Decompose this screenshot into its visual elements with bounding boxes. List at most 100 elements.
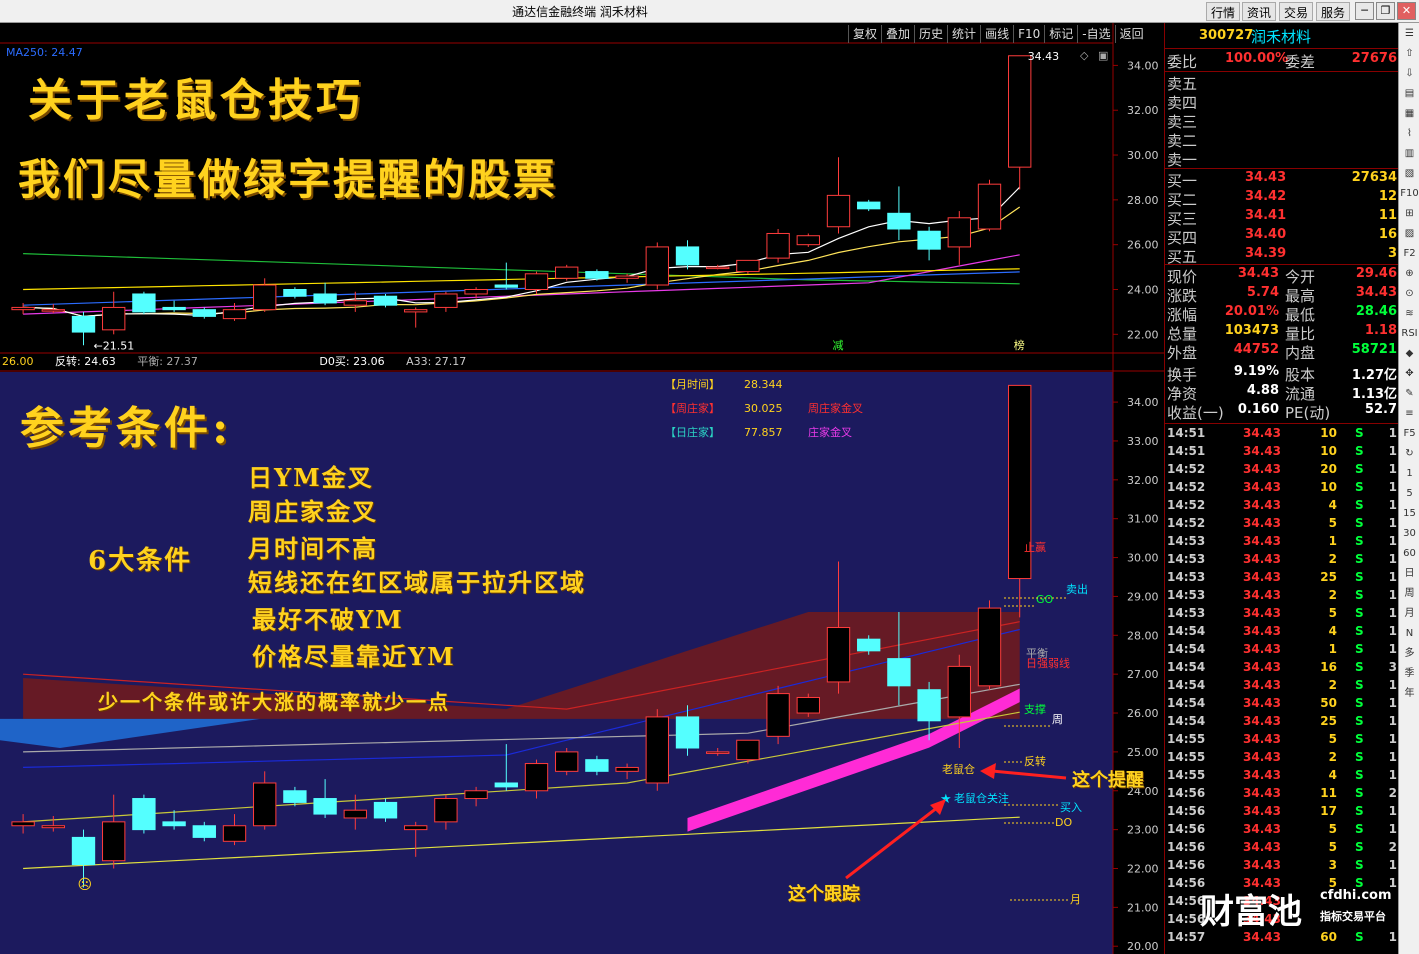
ask-label: 卖三 — [1167, 113, 1198, 131]
conditions-title: 参考条件: — [20, 403, 233, 454]
tick-count: 1 — [1388, 426, 1397, 440]
info-value: 30.025 — [744, 402, 783, 415]
right-tool-button[interactable]: 月 — [1400, 605, 1419, 623]
stat-label: 涨跌 — [1167, 287, 1198, 305]
right-tool-button[interactable]: ▧ — [1400, 165, 1419, 183]
nav-trade[interactable]: 交易 — [1279, 2, 1314, 21]
candle-body — [283, 790, 307, 803]
stat-label: PE(动) — [1285, 404, 1331, 422]
diamond-icon: ◇ — [1080, 49, 1089, 62]
right-tool-button[interactable]: ▥ — [1400, 145, 1419, 163]
info-label: 【日庄家】 — [665, 425, 720, 439]
toolbar-stats[interactable]: 统计 — [947, 25, 980, 43]
line-label: 日强弱线 — [1026, 656, 1070, 670]
right-tool-button[interactable]: F5 — [1400, 425, 1419, 443]
ma250-label: MA250: 24.47 — [6, 46, 83, 59]
candle-body — [313, 798, 337, 815]
ask-label: 卖一 — [1167, 151, 1198, 169]
tick-row: 14:52 34.43 4 S 1 — [1165, 498, 1399, 516]
nav-service[interactable]: 服务 — [1316, 2, 1351, 21]
tick-row: 14:56 34.43 5 S 1 — [1165, 822, 1399, 840]
stat-value: 1.13亿 — [1351, 387, 1397, 402]
line-label: 周 — [1052, 713, 1063, 726]
tick-count: 1 — [1388, 714, 1397, 728]
line-label: DO — [1055, 816, 1072, 829]
logo-main: 财富池 — [1200, 892, 1302, 932]
y-tick-label: 28.00 — [1127, 629, 1159, 642]
right-tool-button[interactable]: ↻ — [1400, 445, 1419, 463]
right-tool-button[interactable]: ▦ — [1400, 105, 1419, 123]
right-tool-button[interactable]: ☰ — [1400, 25, 1419, 43]
right-tool-button[interactable]: 30 — [1400, 525, 1419, 543]
right-tool-button[interactable]: ⊙ — [1400, 285, 1419, 303]
stat-row: 涨跌 5.74 最高 34.43 — [1165, 285, 1399, 305]
right-tool-button[interactable]: ⇧ — [1400, 45, 1419, 63]
toolbar-back[interactable]: 返回 — [1114, 25, 1148, 43]
restore-icon[interactable]: ❐ — [1376, 2, 1395, 20]
minimize-icon[interactable]: ─ — [1355, 2, 1374, 20]
right-tool-button[interactable]: ✥ — [1400, 365, 1419, 383]
right-tool-button[interactable]: ≋ — [1400, 305, 1419, 323]
toolbar-mark[interactable]: 标记 — [1044, 25, 1077, 43]
right-tool-button[interactable]: 15 — [1400, 505, 1419, 523]
right-tool-button[interactable]: ◆ — [1400, 345, 1419, 363]
marker-bang: 榜 — [1014, 338, 1025, 352]
candle-body — [917, 689, 941, 722]
close-icon[interactable]: ✕ — [1397, 2, 1416, 20]
toolbar-restore-right[interactable]: 复权 — [848, 25, 881, 43]
tick-time: 14:53 — [1167, 588, 1206, 602]
stat-value: 44752 — [1233, 342, 1279, 357]
toolbar-f10[interactable]: F10 — [1013, 25, 1044, 43]
tick-price: 34.43 — [1243, 462, 1281, 476]
right-tool-button[interactable]: ✎ — [1400, 385, 1419, 403]
y-tick-label: 21.00 — [1127, 901, 1159, 914]
stat-row: 现价 34.43 今开 29.46 — [1165, 266, 1399, 286]
candle-body — [826, 627, 851, 683]
right-tool-button[interactable]: 年 — [1400, 685, 1419, 703]
right-tool-button[interactable]: ⇩ — [1400, 65, 1419, 83]
toolbar-overlay[interactable]: 叠加 — [881, 25, 914, 43]
nav-news[interactable]: 资讯 — [1242, 2, 1277, 21]
bid-row: 买五 34.39 3 — [1165, 246, 1399, 266]
right-tool-button[interactable]: 季 — [1400, 665, 1419, 683]
toolbar-history[interactable]: 历史 — [914, 25, 947, 43]
bid-label: 买一 — [1167, 172, 1198, 190]
tick-side: S — [1355, 804, 1364, 818]
right-tool-button[interactable]: 1 — [1400, 465, 1419, 483]
tick-count: 1 — [1388, 570, 1397, 584]
tick-row: 14:56 34.43 11 S 2 — [1165, 786, 1399, 804]
right-tool-button[interactable]: ≡ — [1400, 405, 1419, 423]
right-tool-button[interactable]: 5 — [1400, 485, 1419, 503]
tick-vol: 20 — [1320, 462, 1337, 476]
right-tool-button[interactable]: N — [1400, 625, 1419, 643]
tick-vol: 4 — [1328, 498, 1337, 512]
tick-row: 14:53 34.43 1 S 1 — [1165, 534, 1399, 552]
tick-vol: 1 — [1328, 534, 1337, 548]
right-tool-button[interactable]: ⌇ — [1400, 125, 1419, 143]
toolbar-watchlist[interactable]: -自选 — [1077, 25, 1114, 43]
right-tool-button[interactable]: F10 — [1400, 185, 1419, 203]
right-tool-button[interactable]: 日 — [1400, 565, 1419, 583]
right-tool-button[interactable]: 多 — [1400, 645, 1419, 663]
bid-price: 34.41 — [1245, 208, 1287, 223]
annotation-remind: 这个提醒 — [1072, 770, 1144, 791]
nav-market[interactable]: 行情 — [1206, 2, 1241, 21]
tick-vol: 4 — [1328, 624, 1337, 638]
right-tool-button[interactable]: ▨ — [1400, 225, 1419, 243]
line-label: 止赢 — [1024, 540, 1046, 554]
stock-code: 300727 — [1199, 28, 1254, 43]
tick-vol: 5 — [1328, 516, 1337, 530]
tick-vol: 10 — [1320, 426, 1337, 440]
right-tool-button[interactable]: RSI — [1400, 325, 1419, 343]
right-tool-button[interactable]: F2 — [1400, 245, 1419, 263]
right-tool-button[interactable]: 周 — [1400, 585, 1419, 603]
tick-count: 1 — [1388, 534, 1397, 548]
candle-body — [404, 825, 428, 831]
right-tool-button[interactable]: 60 — [1400, 545, 1419, 563]
toolbar-draw[interactable]: 画线 — [980, 25, 1013, 43]
right-tool-button[interactable]: ⊕ — [1400, 265, 1419, 283]
right-tool-button[interactable]: ⊞ — [1400, 205, 1419, 223]
condition-item: 价格尽量靠近YM — [252, 642, 456, 671]
right-tool-button[interactable]: ▤ — [1400, 85, 1419, 103]
tick-vol: 25 — [1320, 570, 1337, 584]
